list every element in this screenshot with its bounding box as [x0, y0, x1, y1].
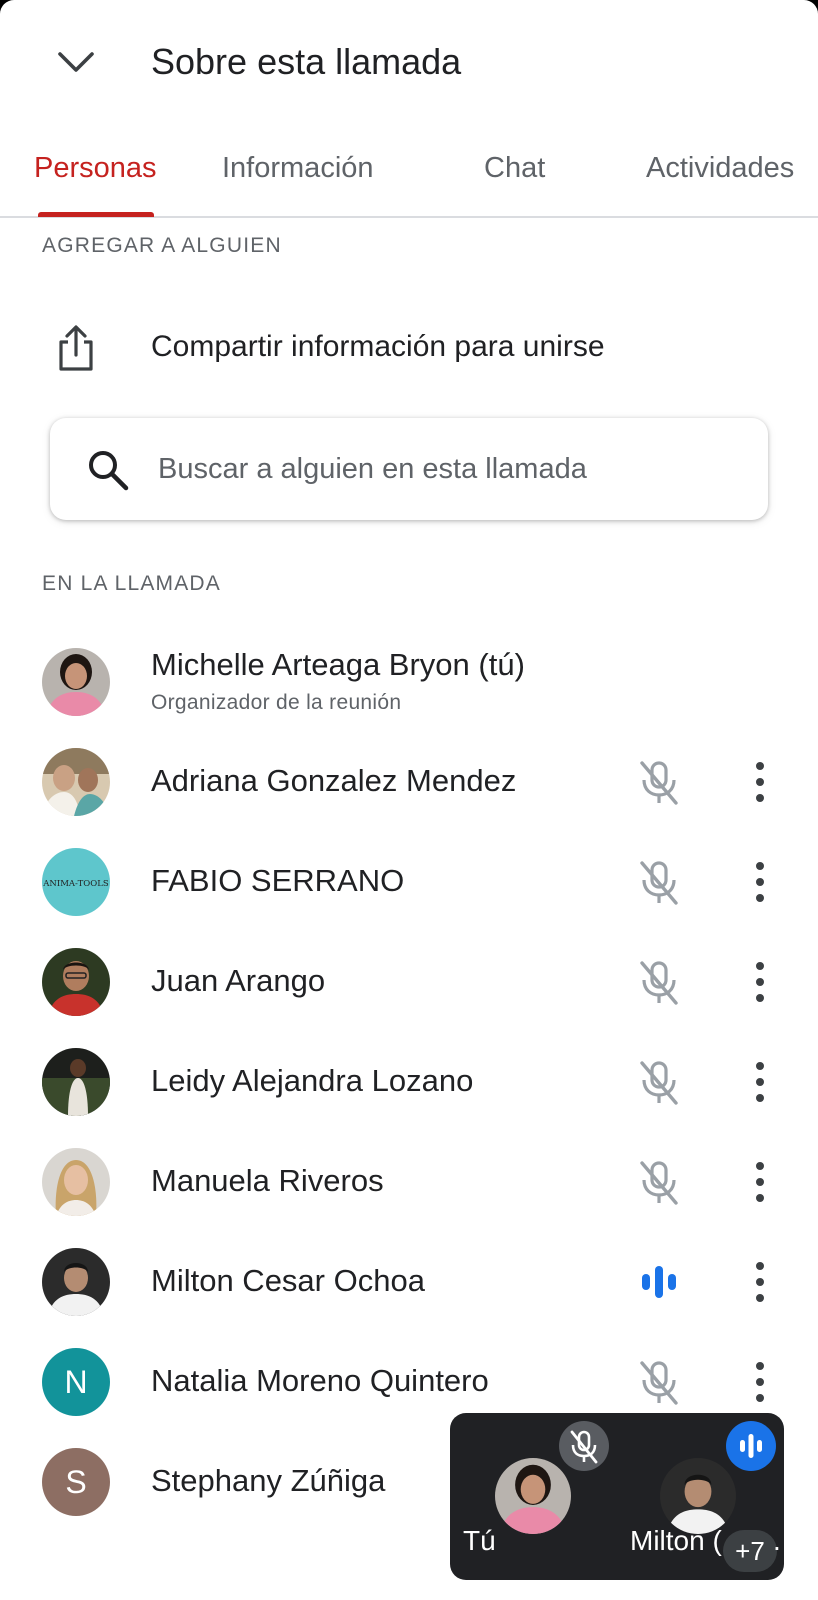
avatar: S [42, 1448, 110, 1516]
collapse-button[interactable] [50, 36, 102, 88]
search-icon [89, 451, 129, 491]
avatar [42, 1048, 110, 1116]
tab-chat[interactable]: Chat [484, 148, 545, 188]
participant-name: Juan Arango [151, 963, 326, 998]
avatar [42, 748, 110, 816]
more-vert-icon [756, 1262, 764, 1302]
participant-name: Leidy Alejandra Lozano [151, 1063, 474, 1098]
avatar: N [42, 1348, 110, 1416]
chevron-down-icon [58, 52, 94, 72]
participant-name: Milton Cesar Ochoa [151, 1263, 425, 1298]
participant-name: Stephany Zúñiga [151, 1463, 386, 1498]
more-vert-icon [756, 1062, 764, 1102]
tab-bar: Personas Información Chat Actividades [0, 130, 818, 218]
participant-name: Adriana Gonzalez Mendez [151, 763, 517, 798]
avatar [42, 648, 110, 716]
more-vert-icon [756, 1362, 764, 1402]
participant-role: Organizador de la reunión [151, 691, 402, 714]
participant-name: Michelle Arteaga Bryon (tú) [151, 647, 525, 682]
more-options-button[interactable] [738, 1258, 782, 1306]
call-details-sheet: Sobre esta llamada Personas Información … [0, 0, 818, 1600]
participant-row[interactable]: Milton Cesar Ochoa [0, 1232, 818, 1332]
more-vert-icon [756, 862, 764, 902]
participant-name: Natalia Moreno Quintero [151, 1363, 489, 1398]
more-options-button[interactable] [738, 958, 782, 1006]
mic-off-icon [636, 1158, 682, 1206]
mic-off-icon [636, 1058, 682, 1106]
avatar: ANIMA-TOOLS [42, 848, 110, 916]
mic-off-icon [636, 758, 682, 806]
search-input[interactable] [158, 444, 738, 494]
more-options-button[interactable] [738, 1158, 782, 1206]
avatar [42, 948, 110, 1016]
mic-off-icon [636, 958, 682, 1006]
participant-row[interactable]: Juan Arango [0, 932, 818, 1032]
audio-bars-icon [636, 1258, 682, 1306]
avatar-logo-text: ANIMA-TOOLS [42, 879, 109, 889]
more-vert-icon [756, 1162, 764, 1202]
participant-row[interactable]: Manuela Riveros [0, 1132, 818, 1232]
participant-row[interactable]: Adriana Gonzalez Mendez [0, 732, 818, 832]
participant-name: Manuela Riveros [151, 1163, 384, 1198]
tab-informacion[interactable]: Información [222, 148, 374, 188]
avatar [42, 1148, 110, 1216]
avatar [42, 1248, 110, 1316]
more-vert-icon [756, 962, 764, 1002]
mic-off-icon [559, 1421, 609, 1471]
add-someone-heading: AGREGAR A ALGUIEN [42, 234, 282, 257]
self-label: Tú [463, 1525, 496, 1556]
mic-off-icon [636, 1358, 682, 1406]
overflow-suffix: . [773, 1525, 781, 1556]
in-call-heading: EN LA LLAMADA [42, 572, 222, 595]
tab-actividades[interactable]: Actividades [646, 148, 794, 188]
share-label: Compartir información para unirse [151, 330, 605, 363]
overflow-count-badge: +7 [723, 1530, 777, 1572]
share-icon [59, 325, 93, 371]
audio-bars-icon [726, 1421, 776, 1471]
more-options-button[interactable] [738, 758, 782, 806]
participant-row[interactable]: Leidy Alejandra Lozano [0, 1032, 818, 1132]
header: Sobre esta llamada [0, 0, 818, 118]
more-options-button[interactable] [738, 858, 782, 906]
search-box[interactable] [50, 418, 768, 520]
page-title: Sobre esta llamada [151, 41, 462, 82]
more-vert-icon [756, 762, 764, 802]
call-pip-preview[interactable]: Tú Milton ( +7 . [450, 1413, 784, 1580]
participant-row[interactable]: ANIMA-TOOLS FABIO SERRANO [0, 832, 818, 932]
tab-personas[interactable]: Personas [34, 148, 157, 188]
speaker-label: Milton ( [630, 1525, 722, 1556]
participant-row[interactable]: Michelle Arteaga Bryon (tú) Organizador … [0, 632, 818, 732]
active-tab-indicator [38, 212, 154, 217]
more-options-button[interactable] [738, 1358, 782, 1406]
participant-name: FABIO SERRANO [151, 863, 405, 898]
mic-off-icon [636, 858, 682, 906]
more-options-button[interactable] [738, 1058, 782, 1106]
share-join-info-button[interactable]: Compartir información para unirse [0, 300, 818, 396]
